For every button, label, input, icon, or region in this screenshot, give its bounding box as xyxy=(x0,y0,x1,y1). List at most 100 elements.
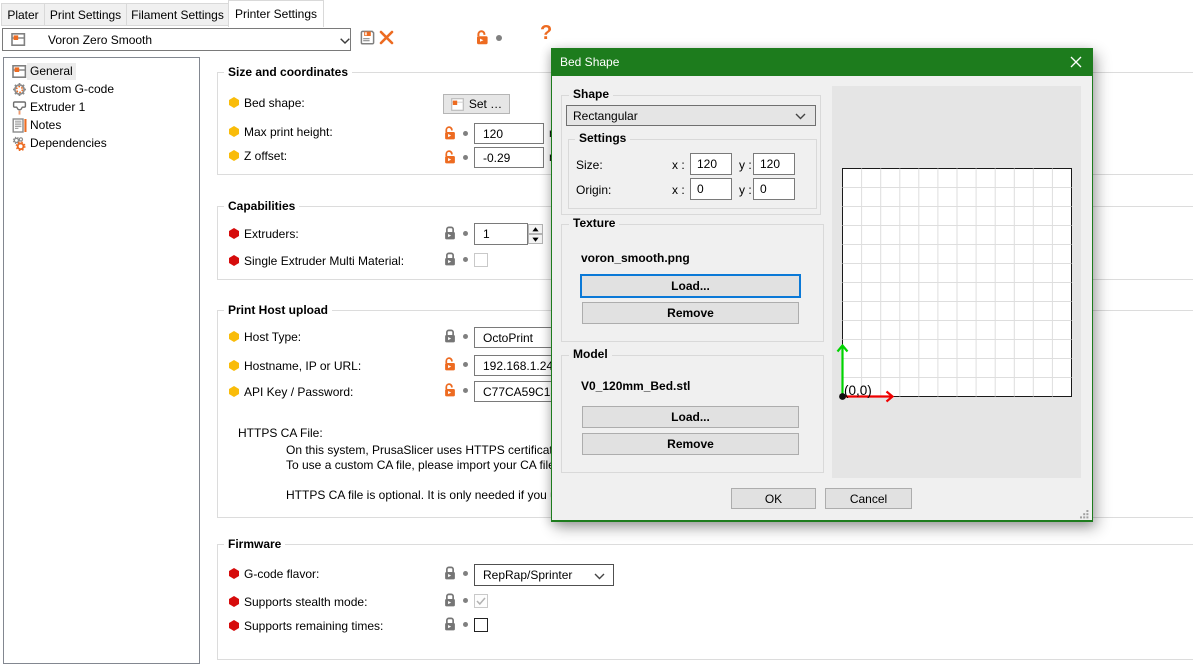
texture-load-button[interactable]: Load... xyxy=(580,274,801,298)
model-remove-button[interactable]: Remove xyxy=(582,433,799,455)
api-key-label: API Key / Password: xyxy=(244,385,353,399)
sidebar-item-dependencies[interactable]: Dependencies xyxy=(4,134,199,152)
semm-checkbox[interactable] xyxy=(474,253,488,267)
group-title-firmware: Firmware xyxy=(224,537,285,551)
gcode-flavor-label: G-code flavor: xyxy=(244,567,319,581)
stealth-mode-checkbox[interactable] xyxy=(474,594,488,608)
sidebar-item-extruder1-label: Extruder 1 xyxy=(27,99,88,116)
tab-printer-settings-label: Printer Settings xyxy=(235,7,317,21)
spin-up-button[interactable] xyxy=(528,224,543,234)
model-filename: V0_120mm_Bed.stl xyxy=(581,379,690,393)
z-offset-field[interactable]: -0.29 xyxy=(474,147,544,168)
dialog-titlebar[interactable]: Bed Shape xyxy=(551,48,1093,76)
size-x-label: x : xyxy=(672,158,685,172)
bed-icon xyxy=(451,98,464,111)
size-y-value: 120 xyxy=(760,157,780,171)
model-remove-label: Remove xyxy=(667,437,714,451)
tab-filament-settings[interactable]: Filament Settings xyxy=(126,3,229,26)
note-icon xyxy=(12,118,27,133)
lock-open-icon[interactable] xyxy=(444,150,456,164)
sidebar-item-general[interactable]: General xyxy=(4,62,199,80)
settings-category-list: General Custom G-code Extruder 1 xyxy=(3,57,200,664)
lock-closed-icon[interactable] xyxy=(444,252,456,266)
group-title-size: Size and coordinates xyxy=(224,65,352,79)
printer-settings-window: Plater Print Settings Filament Settings … xyxy=(0,0,1196,668)
chevron-down-icon xyxy=(340,38,350,44)
lock-closed-icon[interactable] xyxy=(444,593,456,607)
texture-remove-label: Remove xyxy=(667,306,714,320)
modified-dot[interactable] xyxy=(463,334,468,339)
lock-open-icon[interactable] xyxy=(444,126,456,140)
spin-down-button[interactable] xyxy=(528,234,543,244)
lock-closed-icon[interactable] xyxy=(444,617,456,631)
model-group-title: Model xyxy=(569,348,612,361)
sidebar-item-extruder1[interactable]: Extruder 1 xyxy=(4,98,199,116)
bed-preview-canvas: (0,0) xyxy=(832,86,1081,478)
remaining-times-checkbox[interactable] xyxy=(474,618,488,632)
tab-printer-settings[interactable]: Printer Settings xyxy=(228,0,324,27)
size-x-field[interactable]: 120 xyxy=(690,153,732,175)
tab-filament-settings-label: Filament Settings xyxy=(131,8,224,22)
lock-open-icon[interactable] xyxy=(444,383,456,397)
origin-x-field[interactable]: 0 xyxy=(690,178,732,200)
max-print-height-field[interactable]: 120 xyxy=(474,123,544,144)
check-icon xyxy=(475,595,487,607)
preset-compat-dot xyxy=(496,35,502,41)
origin-x-value: 0 xyxy=(697,182,704,196)
modified-dot[interactable] xyxy=(463,155,468,160)
bed-preview-panel: (0,0) xyxy=(832,86,1081,478)
size-y-field[interactable]: 120 xyxy=(753,153,795,175)
modified-dot[interactable] xyxy=(463,131,468,136)
printer-preset-combobox[interactable]: Voron Zero Smooth xyxy=(2,28,351,51)
origin-y-field[interactable]: 0 xyxy=(753,178,795,200)
semm-label: Single Extruder Multi Material: xyxy=(244,254,404,268)
delete-preset-icon[interactable] xyxy=(379,30,394,45)
tab-print-settings[interactable]: Print Settings xyxy=(44,3,127,26)
tab-plater[interactable]: Plater xyxy=(1,3,45,26)
chevron-down-icon xyxy=(795,113,806,120)
shape-group-title: Shape xyxy=(569,88,613,101)
cancel-button[interactable]: Cancel xyxy=(825,488,912,509)
sidebar-item-notes[interactable]: Notes xyxy=(4,116,199,134)
group-title-print-host: Print Host upload xyxy=(224,303,332,317)
sidebar-item-custom-gcode[interactable]: Custom G-code xyxy=(4,80,199,98)
spin-down-arrow-icon xyxy=(532,237,539,242)
lock-closed-icon[interactable] xyxy=(444,226,456,240)
modified-dot[interactable] xyxy=(463,362,468,367)
modified-dot[interactable] xyxy=(463,257,468,262)
sidebar-item-custom-gcode-label: Custom G-code xyxy=(27,81,117,98)
origin-x-label: x : xyxy=(672,183,685,197)
lock-closed-icon[interactable] xyxy=(444,566,456,580)
close-icon[interactable] xyxy=(1070,56,1082,68)
modified-dot[interactable] xyxy=(463,622,468,627)
texture-remove-button[interactable]: Remove xyxy=(582,302,799,324)
modified-dot[interactable] xyxy=(463,598,468,603)
save-preset-icon[interactable] xyxy=(360,30,375,45)
extruders-label: Extruders: xyxy=(244,227,299,241)
https-ca-file-label: HTTPS CA File: xyxy=(238,426,323,440)
lock-open-icon[interactable] xyxy=(444,357,456,371)
extruders-spin-field[interactable]: 1 xyxy=(474,223,528,245)
stealth-mode-label: Supports stealth mode: xyxy=(244,595,367,609)
unlocked-icon[interactable] xyxy=(476,30,489,45)
gear-icon xyxy=(12,82,27,97)
lock-closed-icon[interactable] xyxy=(444,329,456,343)
funnel-icon xyxy=(12,100,27,115)
modified-dot[interactable] xyxy=(463,231,468,236)
bed-shape-set-button[interactable]: Set … xyxy=(443,94,510,114)
help-icon[interactable]: ? xyxy=(540,26,552,40)
tab-plater-label: Plater xyxy=(7,8,38,22)
size-label: Size: xyxy=(576,158,603,172)
modified-dot[interactable] xyxy=(463,571,468,576)
origin-y-label: y : xyxy=(739,183,752,197)
modified-dot[interactable] xyxy=(463,388,468,393)
shape-select[interactable]: Rectangular xyxy=(566,105,816,126)
bed-shape-dialog: Bed Shape Shape Rectangular Settings Siz… xyxy=(551,48,1093,522)
model-load-label: Load... xyxy=(671,410,710,424)
ok-button[interactable]: OK xyxy=(731,488,816,509)
resize-grip[interactable] xyxy=(1080,510,1089,519)
gcode-flavor-select[interactable]: RepRap/Sprinter xyxy=(474,564,614,586)
model-load-button[interactable]: Load... xyxy=(582,406,799,428)
max-print-height-value: 120 xyxy=(483,127,503,141)
origin-coordinates-label: (0,0) xyxy=(844,383,872,398)
